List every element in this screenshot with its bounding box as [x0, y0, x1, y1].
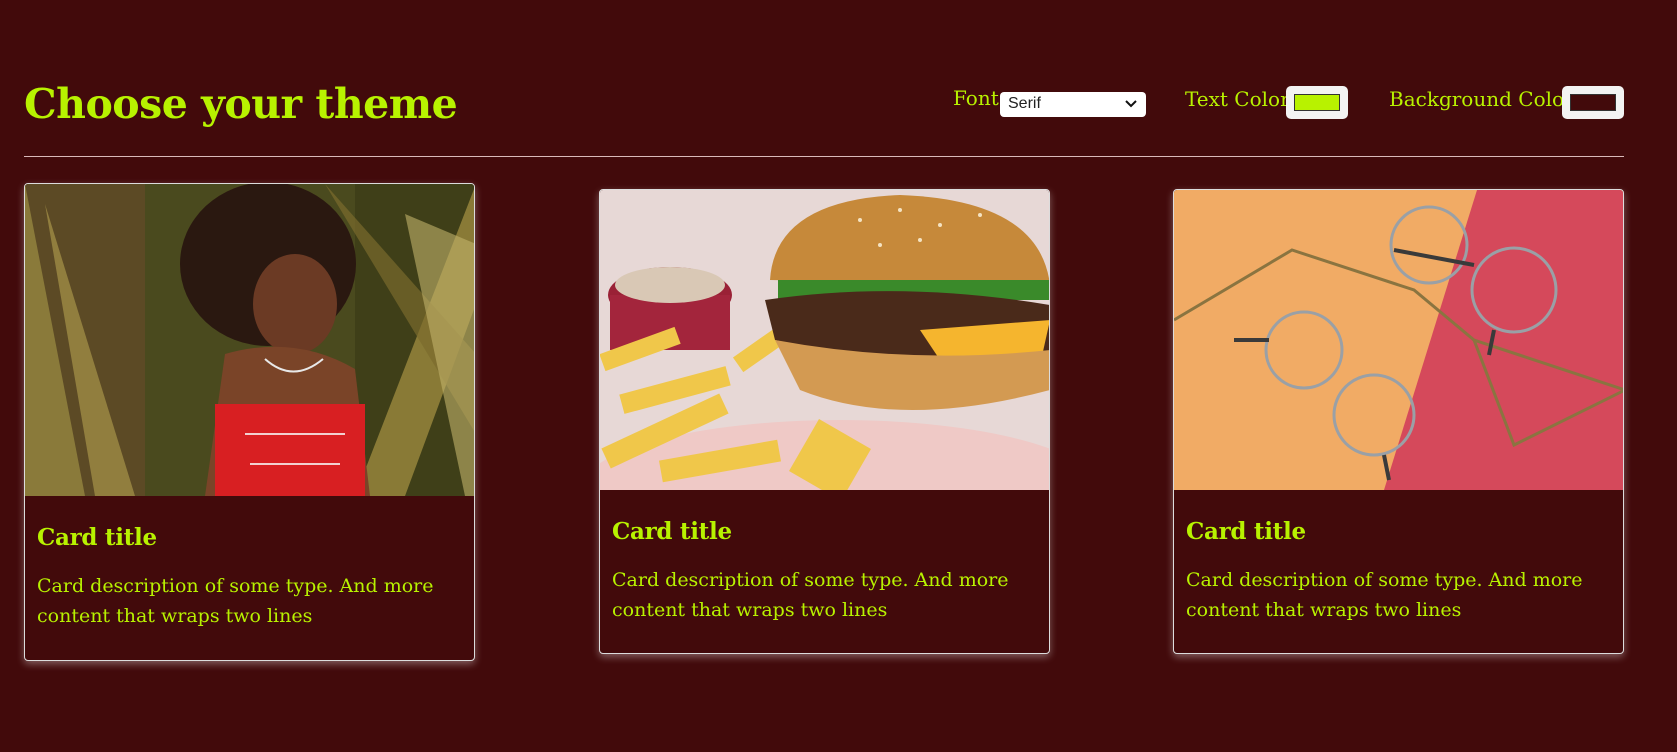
font-select[interactable]: Serif: [1000, 92, 1146, 117]
background-color-label: Background Color: [1389, 87, 1574, 111]
card-description: Card description of some type. And more …: [1186, 569, 1583, 621]
card-body: Card title Card description of some type…: [25, 524, 474, 631]
card-description: Card description of some type. And more …: [37, 575, 434, 627]
card-title: Card title: [1186, 518, 1306, 545]
text-color-label: Text Color: [1185, 87, 1290, 111]
card-2: Card title Card description of some type…: [599, 189, 1050, 654]
page-title: Choose your theme: [24, 80, 458, 128]
background-color-swatch: [1570, 94, 1616, 111]
card-image-portrait: [25, 184, 474, 496]
chevron-down-icon: [1125, 100, 1137, 108]
card-title: Card title: [37, 524, 157, 551]
card-image-glasses: [1174, 190, 1623, 490]
theme-header: Choose your theme Font Serif Text Color …: [24, 70, 1624, 157]
font-label: Font: [953, 86, 999, 110]
card-1: Card title Card description of some type…: [24, 183, 475, 661]
background-color-picker[interactable]: [1562, 86, 1624, 119]
card-body: Card title Card description of some type…: [600, 518, 1049, 625]
text-color-swatch: [1294, 94, 1340, 111]
card-image-burger: [600, 190, 1049, 490]
text-color-picker[interactable]: [1286, 86, 1348, 119]
card-3: Card title Card description of some type…: [1173, 189, 1624, 654]
card-body: Card title Card description of some type…: [1174, 518, 1623, 625]
card-title: Card title: [612, 518, 732, 545]
font-select-value: Serif: [1008, 95, 1041, 112]
card-description: Card description of some type. And more …: [612, 569, 1009, 621]
